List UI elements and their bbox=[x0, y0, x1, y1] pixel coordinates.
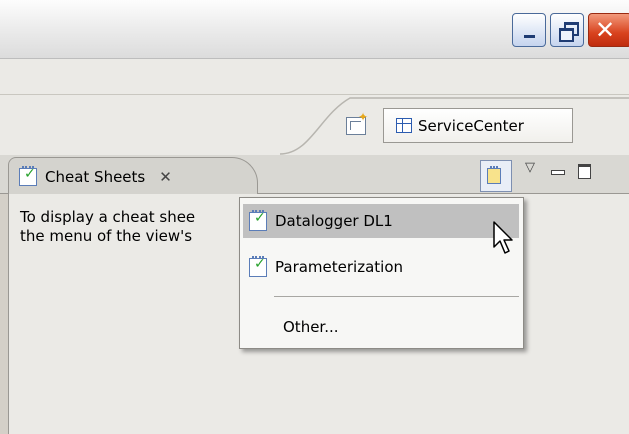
view-maximize-icon[interactable] bbox=[578, 164, 591, 179]
minimize-icon bbox=[524, 35, 535, 38]
cheat-sheet-icon bbox=[487, 166, 501, 184]
open-cheat-sheet-button[interactable] bbox=[480, 160, 512, 192]
restore-icon-back bbox=[559, 28, 574, 42]
open-perspective-icon[interactable]: ✦ bbox=[346, 110, 368, 135]
tab-close-icon[interactable]: ✕ bbox=[159, 168, 172, 186]
mouse-cursor-icon bbox=[493, 221, 513, 254]
minimize-button[interactable] bbox=[512, 13, 546, 47]
menu-item-other[interactable]: Other... bbox=[243, 310, 519, 344]
menu-item-label: Other... bbox=[283, 318, 339, 336]
view-minimize-icon[interactable] bbox=[551, 170, 565, 175]
menu-separator bbox=[274, 296, 519, 297]
cheat-sheet-icon: ✓ bbox=[249, 209, 267, 231]
tab-title: Cheat Sheets bbox=[45, 167, 146, 186]
close-icon: ✕ bbox=[595, 16, 616, 44]
cheat-sheet-icon: ✓ bbox=[249, 255, 267, 277]
perspective-label: ServiceCenter bbox=[418, 116, 524, 135]
menu-bar bbox=[0, 59, 629, 95]
close-button[interactable]: ✕ bbox=[588, 13, 629, 47]
menu-item-label: Datalogger DL1 bbox=[275, 212, 393, 230]
window-title-bar: ✕ bbox=[0, 0, 629, 59]
menu-item-label: Parameterization bbox=[275, 258, 404, 276]
perspective-button-servicecenter[interactable]: ServiceCenter bbox=[383, 108, 573, 143]
view-menu-chevron-down-icon[interactable]: ▽ bbox=[525, 160, 535, 175]
table-icon bbox=[396, 118, 412, 133]
menu-item-datalogger-dl1[interactable]: ✓ Datalogger DL1 bbox=[243, 204, 519, 238]
restore-button[interactable] bbox=[550, 13, 584, 47]
cheat-sheet-dropdown-menu: ✓ Datalogger DL1 ✓ Parameterization Othe… bbox=[239, 197, 524, 349]
menu-item-parameterization[interactable]: ✓ Parameterization bbox=[243, 250, 519, 284]
cheat-sheet-icon: ✓ bbox=[19, 165, 37, 186]
tab-cheat-sheets[interactable]: ✓ Cheat Sheets ✕ bbox=[8, 157, 258, 195]
